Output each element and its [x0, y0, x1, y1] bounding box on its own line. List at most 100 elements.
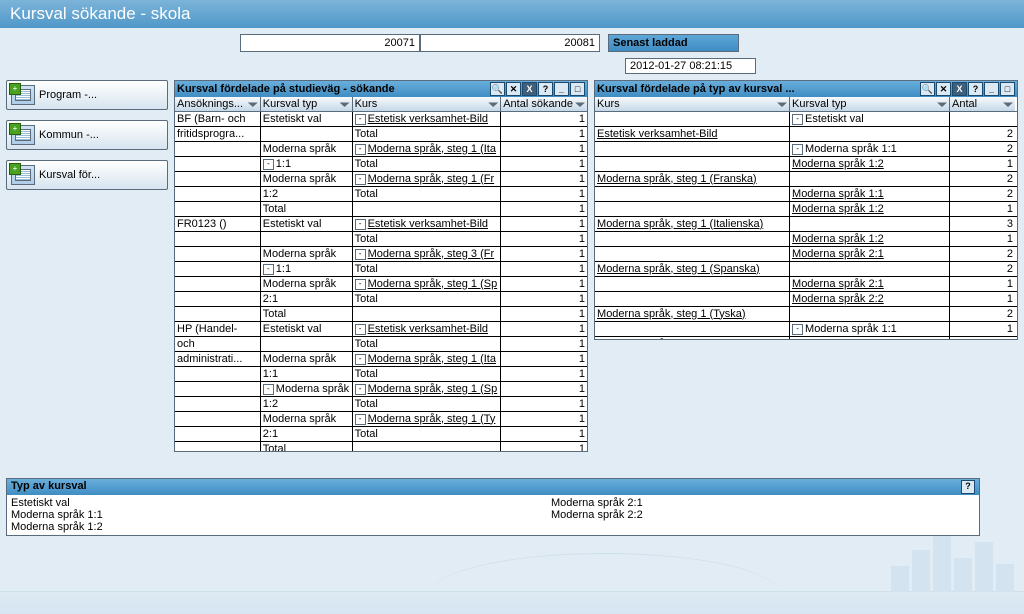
- collapse-icon[interactable]: -: [355, 144, 366, 155]
- list-item[interactable]: Moderna språk 2:2: [551, 509, 643, 521]
- table-row[interactable]: Total1: [175, 442, 587, 451]
- collapse-icon[interactable]: -: [263, 159, 274, 170]
- clear-icon[interactable]: ✕: [936, 82, 951, 96]
- collapse-icon[interactable]: -: [792, 114, 803, 125]
- table-cell: Estetiskt val: [261, 217, 353, 231]
- collapse-icon[interactable]: -: [355, 174, 366, 185]
- collapse-icon[interactable]: -: [355, 354, 366, 365]
- table-row[interactable]: Moderna språk, steg 3 (Franska)1: [595, 337, 1017, 339]
- dropdown-icon[interactable]: [248, 99, 258, 109]
- excel-icon[interactable]: X: [952, 82, 967, 96]
- dropdown-icon[interactable]: [1003, 99, 1013, 109]
- column-header[interactable]: Ansöknings...: [175, 97, 261, 111]
- maximize-icon[interactable]: □: [1000, 82, 1015, 96]
- collapse-icon[interactable]: -: [355, 249, 366, 260]
- table-row[interactable]: 1:1Total1: [175, 367, 587, 382]
- table-cell: -Moderna språk 1:1: [790, 322, 950, 336]
- table-cell: 1: [950, 322, 1015, 336]
- excel-icon[interactable]: X: [522, 82, 537, 96]
- column-header[interactable]: Kursval typ: [261, 97, 353, 111]
- list-item[interactable]: Estetiskt val: [11, 497, 531, 509]
- sidebar-item-kursval[interactable]: +Kursval för...: [6, 160, 168, 190]
- table-row[interactable]: Total1: [175, 232, 587, 247]
- minimize-icon[interactable]: _: [554, 82, 569, 96]
- list-item[interactable]: Moderna språk 1:2: [11, 521, 531, 533]
- table-row[interactable]: Total1: [175, 307, 587, 322]
- table-row[interactable]: 1:2Total1: [175, 187, 587, 202]
- collapse-icon[interactable]: -: [355, 384, 366, 395]
- table-row[interactable]: Moderna språk 2:21: [595, 292, 1017, 307]
- sidebar-item-kommun[interactable]: +Kommun -...: [6, 120, 168, 150]
- table-row[interactable]: -Moderna språk 1:12: [595, 142, 1017, 157]
- clear-icon[interactable]: ✕: [506, 82, 521, 96]
- search-icon[interactable]: 🔍: [920, 82, 935, 96]
- table-row[interactable]: HP (Handel-Estetiskt val-Estetisk verksa…: [175, 322, 587, 337]
- table-row[interactable]: -1:1Total1: [175, 157, 587, 172]
- table-cell: 1: [501, 442, 587, 451]
- table-row[interactable]: -Estetiskt val: [595, 112, 1017, 127]
- table-cell: Estetiskt val: [261, 322, 353, 336]
- column-header[interactable]: Antal: [950, 97, 1015, 111]
- table-cell: HP (Handel-: [175, 322, 261, 336]
- help-icon[interactable]: ?: [538, 82, 553, 96]
- table-row[interactable]: Moderna språk-Moderna språk, steg 1 (Ita…: [175, 142, 587, 157]
- table-row[interactable]: 1:2Total1: [175, 397, 587, 412]
- column-header[interactable]: Kurs: [595, 97, 790, 111]
- table-row[interactable]: Moderna språk 1:12: [595, 187, 1017, 202]
- collapse-icon[interactable]: -: [355, 324, 366, 335]
- collapse-icon[interactable]: -: [355, 114, 366, 125]
- collapse-icon[interactable]: -: [792, 144, 803, 155]
- help-icon[interactable]: ?: [968, 82, 983, 96]
- search-icon[interactable]: 🔍: [490, 82, 505, 96]
- table-row[interactable]: Moderna språk, steg 1 (Tyska)2: [595, 307, 1017, 322]
- table-cell: Total: [353, 292, 502, 306]
- table-row[interactable]: -Moderna språk 1:11: [595, 322, 1017, 337]
- collapse-icon[interactable]: -: [263, 384, 274, 395]
- sidebar-item-program[interactable]: +Program -...: [6, 80, 168, 110]
- table-row[interactable]: Moderna språk-Moderna språk, steg 1 (Ty1: [175, 412, 587, 427]
- collapse-icon[interactable]: -: [355, 219, 366, 230]
- column-header[interactable]: Kurs: [353, 97, 502, 111]
- table-row[interactable]: -1:1Total1: [175, 262, 587, 277]
- dropdown-icon[interactable]: [937, 99, 947, 109]
- table-row[interactable]: fritidsprogra...Total1: [175, 127, 587, 142]
- plus-icon: +: [9, 83, 21, 95]
- table-row[interactable]: Moderna språk 2:11: [595, 277, 1017, 292]
- list-item[interactable]: Moderna språk 1:1: [11, 509, 531, 521]
- table-row[interactable]: FR0123 ()Estetiskt val-Estetisk verksamh…: [175, 217, 587, 232]
- dropdown-icon[interactable]: [340, 99, 350, 109]
- table-row[interactable]: Moderna språk, steg 1 (Spanska)2: [595, 262, 1017, 277]
- table-row[interactable]: Moderna språk-Moderna språk, steg 1 (Fr1: [175, 172, 587, 187]
- dropdown-icon[interactable]: [488, 99, 498, 109]
- column-header[interactable]: Kursval typ: [790, 97, 950, 111]
- table-row[interactable]: 2:1Total1: [175, 427, 587, 442]
- dropdown-icon[interactable]: [777, 99, 787, 109]
- minimize-icon[interactable]: _: [984, 82, 999, 96]
- table-row[interactable]: Moderna språk 1:21: [595, 157, 1017, 172]
- table-row[interactable]: Moderna språk 2:12: [595, 247, 1017, 262]
- table-row[interactable]: Moderna språk-Moderna språk, steg 3 (Fr1: [175, 247, 587, 262]
- collapse-icon[interactable]: -: [355, 414, 366, 425]
- column-header[interactable]: Antal sökande: [501, 97, 587, 111]
- table-row[interactable]: 2:1Total1: [175, 292, 587, 307]
- collapse-icon[interactable]: -: [355, 279, 366, 290]
- table-row[interactable]: Total1: [175, 202, 587, 217]
- table-row[interactable]: Moderna språk 1:21: [595, 202, 1017, 217]
- table-row[interactable]: BF (Barn- ochEstetiskt val-Estetisk verk…: [175, 112, 587, 127]
- table-row[interactable]: ochTotal1: [175, 337, 587, 352]
- maximize-icon[interactable]: □: [570, 82, 585, 96]
- table-row[interactable]: Moderna språk-Moderna språk, steg 1 (Sp1: [175, 277, 587, 292]
- table-cell: Moderna språk, steg 1 (Italienska): [595, 217, 790, 231]
- table-row[interactable]: Moderna språk, steg 1 (Italienska)3: [595, 217, 1017, 232]
- table-row[interactable]: administrati...Moderna språk-Moderna spr…: [175, 352, 587, 367]
- table-row[interactable]: Moderna språk, steg 1 (Franska)2: [595, 172, 1017, 187]
- dropdown-icon[interactable]: [575, 99, 585, 109]
- collapse-icon[interactable]: -: [792, 324, 803, 335]
- table-cell: [175, 172, 261, 186]
- collapse-icon[interactable]: -: [263, 264, 274, 275]
- table-row[interactable]: -Moderna språk-Moderna språk, steg 1 (Sp…: [175, 382, 587, 397]
- table-row[interactable]: Moderna språk 1:21: [595, 232, 1017, 247]
- list-item[interactable]: Moderna språk 2:1: [551, 497, 643, 509]
- help-icon[interactable]: ?: [961, 480, 975, 494]
- table-row[interactable]: Estetisk verksamhet-Bild2: [595, 127, 1017, 142]
